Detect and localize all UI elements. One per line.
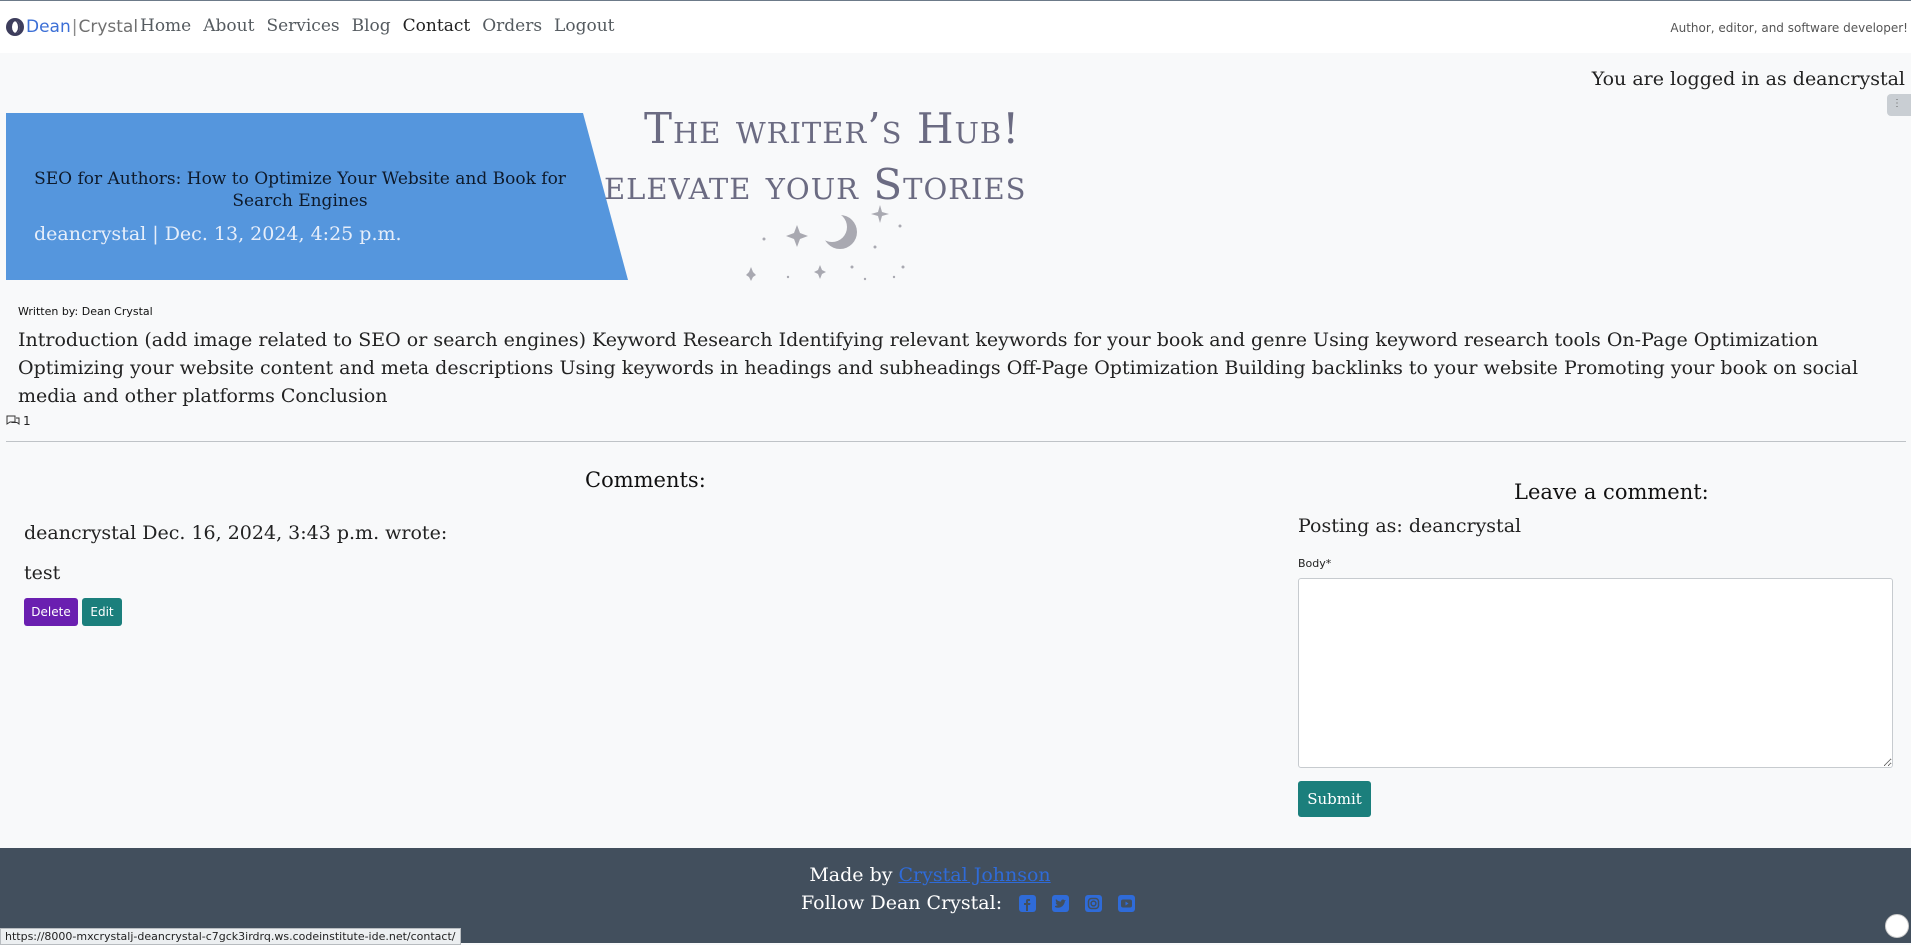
comment-count-value: 1 xyxy=(23,414,31,428)
section-divider xyxy=(6,441,1906,442)
comment-count: 1 xyxy=(6,414,31,428)
comments-heading: Comments: xyxy=(585,468,706,492)
post-excerpt: Introduction (add image related to SEO o… xyxy=(18,329,1859,407)
author-link[interactable]: Crystal Johnson xyxy=(899,864,1051,886)
facebook-icon[interactable] xyxy=(1018,894,1037,913)
submit-comment-button[interactable]: Submit xyxy=(1298,781,1371,817)
twitter-icon[interactable] xyxy=(1051,894,1070,913)
made-by-prefix: Made by xyxy=(809,864,893,886)
hub-heading-line2: elevate your Stories xyxy=(604,160,1027,209)
delete-comment-button[interactable]: Delete xyxy=(24,598,78,626)
nav-blog[interactable]: Blog xyxy=(352,16,391,36)
brand-logo-link[interactable]: Dean | Crystal xyxy=(6,17,138,37)
main-nav: Home About Services Blog Contact Orders … xyxy=(140,16,626,36)
nav-orders[interactable]: Orders xyxy=(482,16,542,36)
comment-body: test xyxy=(24,562,61,584)
brand-separator: | xyxy=(71,17,78,37)
follow-row: Follow Dean Crystal: xyxy=(801,892,1136,914)
made-by: Made by Crystal Johnson xyxy=(0,864,1860,886)
body-label: Body* xyxy=(1298,557,1332,570)
post-title: SEO for Authors: How to Optimize Your We… xyxy=(34,169,566,211)
social-links xyxy=(1018,894,1136,913)
brand-dean: Dean xyxy=(26,17,71,37)
nav-contact[interactable]: Contact xyxy=(403,16,471,36)
navbar: Dean | Crystal Home About Services Blog … xyxy=(0,1,1911,53)
youtube-icon[interactable] xyxy=(1117,894,1136,913)
written-by: Written by: Dean Crystal xyxy=(18,305,153,318)
comment-body-textarea[interactable] xyxy=(1298,578,1893,768)
nav-logout[interactable]: Logout xyxy=(554,16,614,36)
moon-stars-decoration-icon xyxy=(746,205,905,281)
instagram-icon[interactable] xyxy=(1084,894,1103,913)
nav-home[interactable]: Home xyxy=(140,16,191,36)
hub-heading-line1: The writer’s Hub! xyxy=(644,104,1021,153)
edit-comment-button[interactable]: Edit xyxy=(82,598,122,626)
post-meta: deancrystal | Dec. 13, 2024, 4:25 p.m. xyxy=(34,223,402,245)
tagline: Author, editor, and software developer! xyxy=(1670,21,1908,35)
nav-about[interactable]: About xyxy=(203,16,254,36)
nav-services[interactable]: Services xyxy=(266,16,339,36)
moon-logo-icon xyxy=(6,18,24,36)
assistant-icon[interactable] xyxy=(1885,914,1909,938)
brand-crystal: Crystal xyxy=(78,17,139,37)
login-status: You are logged in as deancrystal xyxy=(1591,68,1905,90)
posting-as: Posting as: deancrystal xyxy=(1298,515,1522,537)
comments-icon xyxy=(6,415,20,425)
leave-comment-heading: Leave a comment: xyxy=(1514,480,1709,504)
side-extension-tab[interactable]: ⋮ xyxy=(1887,94,1911,116)
follow-text: Follow Dean Crystal: xyxy=(801,892,1003,914)
comment-author-line: deancrystal Dec. 16, 2024, 3:43 p.m. wro… xyxy=(24,522,448,544)
browser-status-url: https://8000-mxcrystalj-deancrystal-c7gc… xyxy=(0,928,461,945)
